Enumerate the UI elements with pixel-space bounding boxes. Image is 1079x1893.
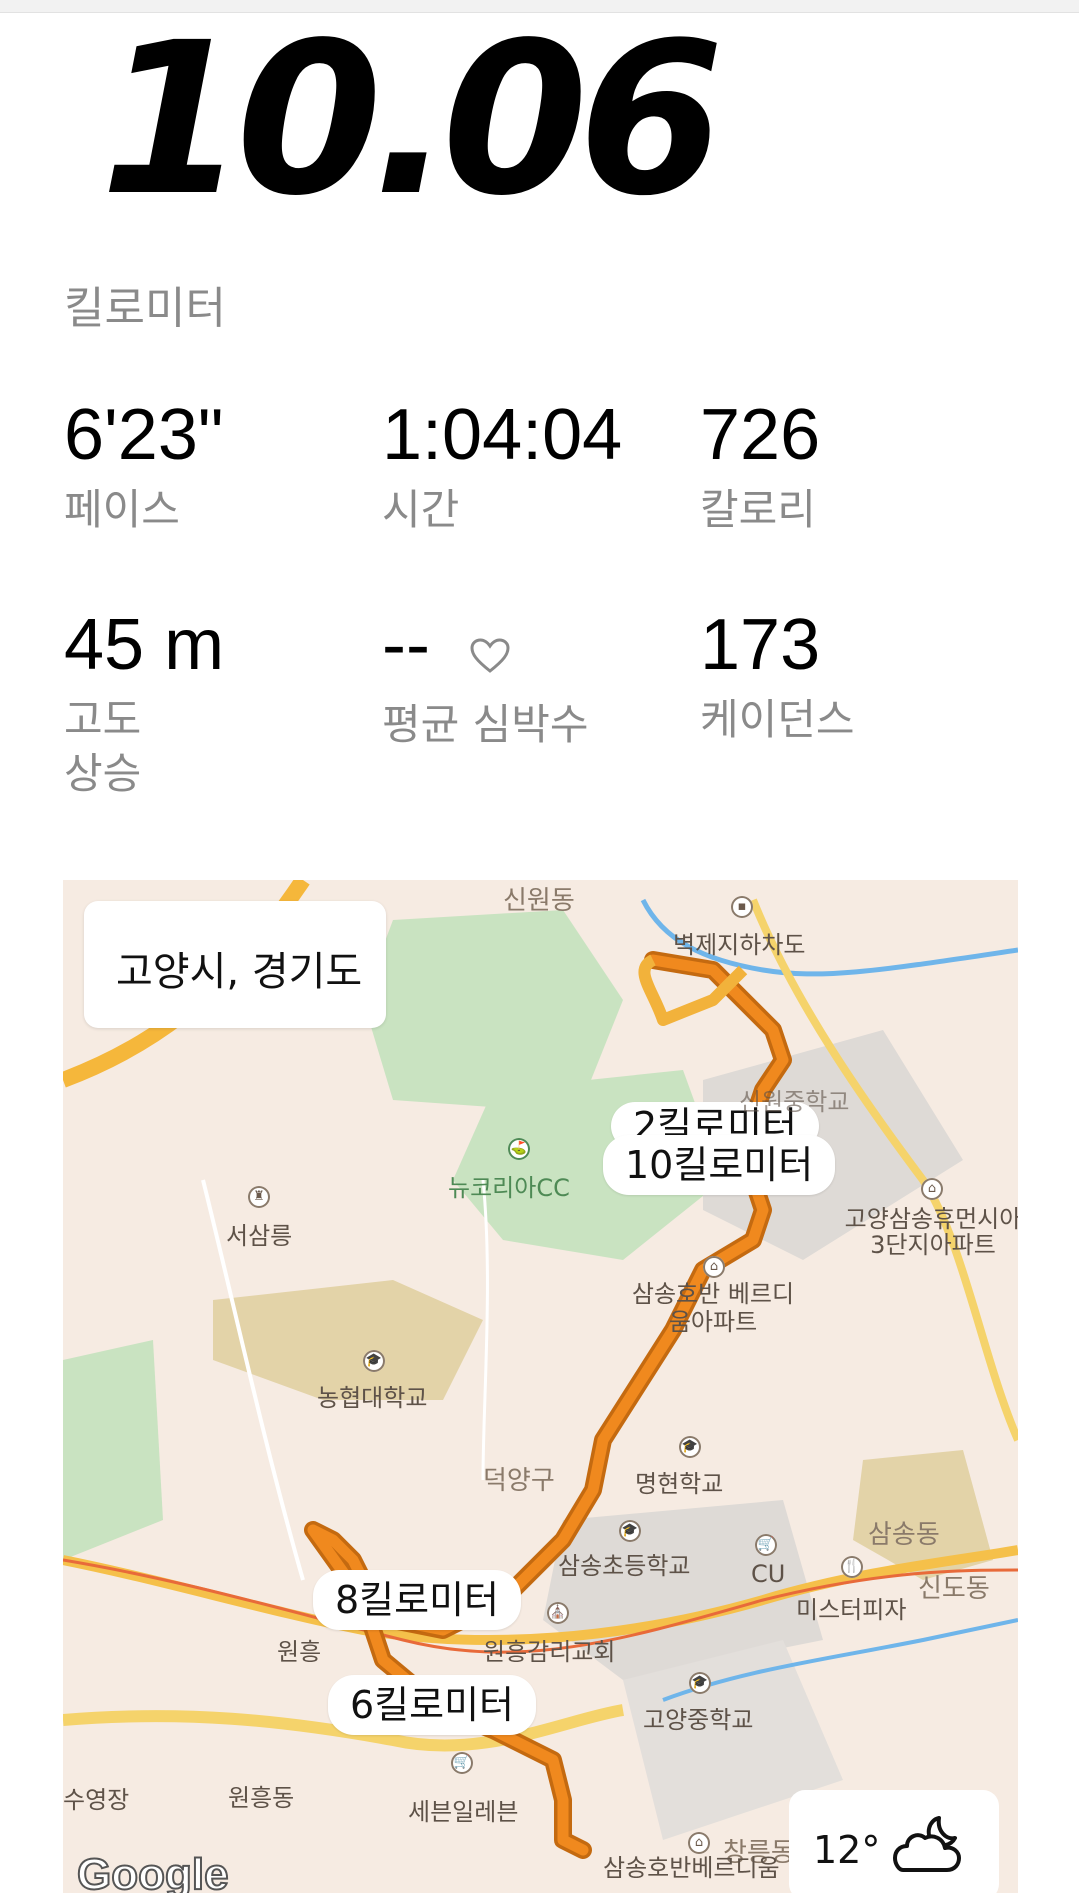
time-label: 시간 [382,485,460,534]
school-pin-icon: 🎓 [619,1520,641,1542]
place-label: 뉴코리아CC [448,1174,570,1202]
place-label: 세븐일레븐 [408,1798,519,1826]
home-pin-icon: ⌂ [703,1256,725,1278]
distance-value: 10.06 [100,0,724,242]
heart-rate-value: -- [382,605,430,685]
school-pin-icon: 🎓 [363,1350,385,1372]
place-label: 삼송동 [868,1520,940,1550]
stat-heart-rate: -- 평균 심박수 [382,605,702,752]
km-marker-6: 6킬로미터 [328,1675,537,1735]
weather-card: 12° [789,1790,999,1893]
place-label: 고양중학교 [643,1706,754,1734]
landmark-pin-icon: ♜ [248,1186,270,1208]
elevation-label: 고도 상승 [64,695,142,798]
place-label: 원흥 [277,1638,322,1666]
golf-pin-icon: ⛳ [508,1138,530,1160]
place-label: 신원동 [503,886,575,916]
store-pin-icon: 🛒 [755,1534,777,1556]
heart-rate-label: 평균 심박수 [382,699,589,749]
church-pin-icon: ⛪ [547,1602,569,1624]
pace-value: 6'23" [64,395,224,475]
restaurant-pin-icon: 🍴 [841,1556,863,1578]
place-label: 원흥감리교회 [483,1638,616,1666]
place-label: 덕양구 [483,1466,555,1496]
calories-value: 726 [700,395,821,475]
route-map[interactable]: 고양시, 경기도 2킬로미터 10킬로미터 8킬로미터 6킬로미터 신원동 ▪ … [63,880,1018,1893]
place-label: 미스터피자 [796,1596,907,1624]
elevation-value: 45 m [64,605,225,685]
place-label: 농협대학교 [317,1384,428,1412]
google-attribution-logo: Google [76,1849,230,1893]
place-pin-icon: ▪ [731,896,753,918]
distance-unit: 킬로미터 [64,283,226,334]
location-label: 고양시, 경기도 [116,949,363,995]
school-pin-icon: 🎓 [679,1436,701,1458]
calories-label: 칼로리 [700,485,816,534]
place-label: 삼송호반 베르디움아파트 [631,1280,795,1336]
stat-time: 1:04:04 시간 [382,395,702,537]
stat-calories: 726 칼로리 [700,395,1020,537]
km-marker-10: 10킬로미터 [603,1135,836,1195]
time-value: 1:04:04 [382,395,623,475]
weather-temperature: 12° [813,1828,881,1872]
place-label: 명현학교 [635,1470,724,1498]
stat-elevation: 45 m 고도 상승 [64,605,384,801]
place-label: 서삼릉 [226,1222,293,1250]
place-label: 삼송초등학교 [558,1552,691,1580]
place-label: 원흥동 [228,1784,295,1812]
store-pin-icon: 🛒 [451,1752,473,1774]
home-pin-icon: ⌂ [921,1178,943,1200]
map-background [63,880,1018,1859]
location-card: 고양시, 경기도 [84,901,386,1028]
place-label: 신원중학교 [739,1088,850,1116]
place-label: CU [751,1560,786,1588]
place-label: 벽제지하차도 [673,931,806,959]
km-marker-8: 8킬로미터 [313,1570,522,1630]
school-pin-icon: 🎓 [689,1672,711,1694]
place-label: 수영장 [63,1786,130,1814]
stat-cadence: 173 케이던스 [700,605,1020,747]
place-label: 고양삼송휴먼시아 3단지아파트 [844,1205,1018,1259]
place-label: 신도동 [918,1574,990,1604]
stat-pace: 6'23" 페이스 [64,395,384,537]
heart-outline-icon [470,610,510,690]
pace-label: 페이스 [64,485,180,534]
cadence-label: 케이던스 [700,695,855,744]
cadence-value: 173 [700,605,821,685]
